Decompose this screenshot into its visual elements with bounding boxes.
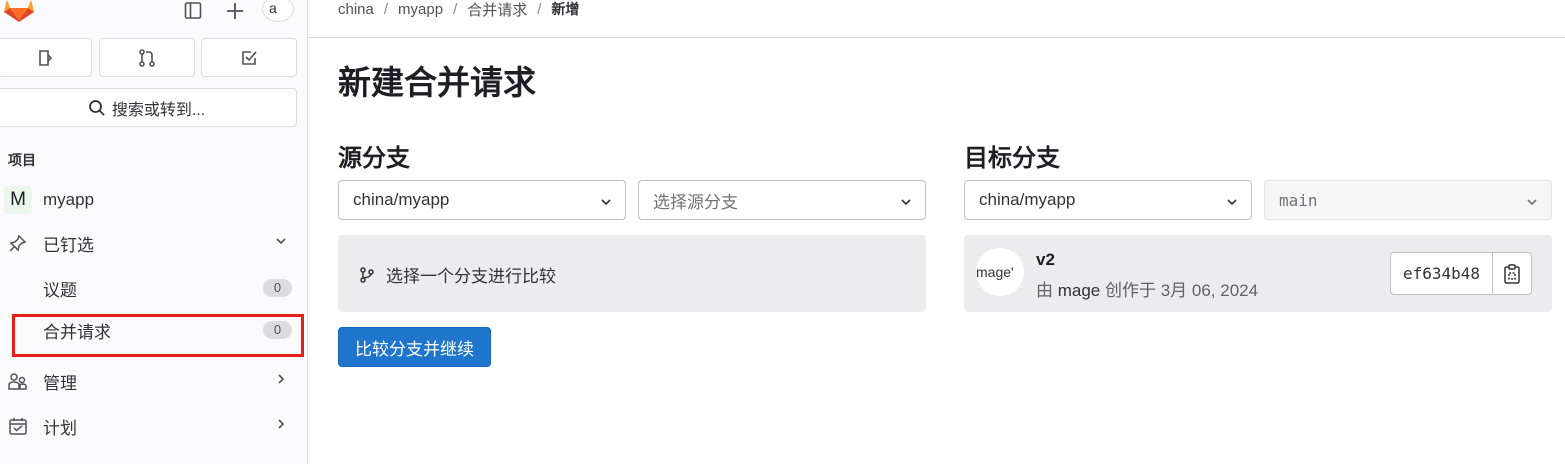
search-icon [88,99,105,116]
project-avatar: M [4,186,32,214]
commit-author-link[interactable]: mage [1058,281,1101,300]
todo-checkbox-icon [242,50,257,65]
commit-by-label: 由 [1036,281,1053,300]
toggle-sidebar-button[interactable] [180,0,206,22]
breadcrumb: china / myapp / 合并请求 / 新增 [338,0,579,19]
merge-requests-shortcut-button[interactable] [99,38,195,77]
chevron-down-icon [1525,194,1539,213]
target-branch-select[interactable]: main [1264,180,1552,220]
commit-author-avatar: mage' [976,248,1024,296]
page-title: 新建合并请求 [338,64,536,101]
main-content: china / myapp / 合并请求 / 新增 新建合并请求 源分支 chi… [308,0,1565,464]
source-branch-select[interactable]: 选择源分支 [638,180,926,220]
sidebar-item-label: 计划 [43,418,77,438]
sidebar-item-issues[interactable]: 议题 0 [0,268,300,308]
target-branch-heading: 目标分支 [964,145,1060,172]
header-divider [308,37,1565,38]
plus-icon [227,3,243,19]
chevron-right-icon [274,371,288,391]
sidebar-item-plan[interactable]: 计划 [0,406,300,446]
commit-title[interactable]: v2 [1036,250,1055,270]
chevron-down-icon [599,194,613,214]
sidebar-item-label: 已钉选 [43,235,94,255]
sidebar-item-label: 议题 [43,280,77,300]
users-icon [8,371,28,391]
sidebar-item-label: 管理 [43,373,77,393]
commit-sha[interactable]: ef634b48 [1391,253,1494,294]
compare-branches-button[interactable]: 比较分支并继续 [338,327,491,367]
compare-message: 选择一个分支进行比较 [358,262,556,287]
user-avatar[interactable]: a [262,0,294,22]
breadcrumb-separator: / [537,0,542,18]
compare-message-text: 选择一个分支进行比较 [386,267,556,286]
breadcrumb-current: 新增 [551,1,580,17]
sidebar-item-pinned[interactable]: 已钉选 [0,223,300,263]
sidebar-panel-icon [184,2,202,19]
source-compare-panel: 选择一个分支进行比较 [338,235,926,312]
chevron-down-icon [899,194,913,214]
breadcrumb-separator: / [383,0,389,18]
pin-icon [8,233,28,253]
target-project-select[interactable]: china/myapp [964,180,1252,220]
breadcrumb-link-merge-requests[interactable]: 合并请求 [467,0,527,20]
search-label: 搜索或转到... [111,101,206,119]
sidebar-item-manage[interactable]: 管理 [0,361,300,401]
select-value: main [1279,190,1318,210]
source-project-select[interactable]: china/myapp [338,180,626,220]
gitlab-logo-icon[interactable] [4,0,34,27]
create-new-button[interactable] [222,0,248,22]
issues-icon [39,49,53,66]
select-placeholder: 选择源分支 [653,192,738,212]
calendar-icon [8,416,28,436]
chevron-down-icon [274,233,288,253]
copy-sha-button[interactable] [1493,253,1531,294]
sidebar-item-label: myapp [43,190,95,209]
select-value: china/myapp [353,190,450,209]
avatar-alt-text: mage' [976,264,1014,280]
highlight-annotation-box [12,314,304,357]
commit-meta: 由 mage 创作于 3月 06, 2024 [1036,276,1258,301]
breadcrumb-link-project[interactable]: myapp [398,1,443,18]
branch-icon [360,266,374,283]
section-label-project: 项目 [8,152,36,168]
breadcrumb-separator: / [453,0,458,18]
count-badge: 0 [263,279,292,297]
chevron-right-icon [274,416,288,436]
breadcrumb-link-group[interactable]: china [338,1,374,18]
sidebar: a 搜索或转到... 项目 M myapp 已钉选 议题 0 合并请求 0 管理… [0,0,308,464]
search-button[interactable]: 搜索或转到... [0,88,297,127]
source-branch-heading: 源分支 [338,145,410,172]
todos-shortcut-button[interactable] [201,38,297,77]
select-value: china/myapp [979,190,1076,209]
chevron-down-icon [1225,194,1239,214]
commit-created: 创作于 3月 06, 2024 [1105,281,1259,300]
sidebar-item-project[interactable]: M myapp [0,180,300,220]
issues-shortcut-button[interactable] [0,38,92,77]
copy-clipboard-icon [1504,263,1520,284]
merge-request-icon [139,48,155,67]
target-commit-panel: mage' v2 由 mage 创作于 3月 06, 2024 ef634b48 [964,235,1552,312]
commit-sha-group: ef634b48 [1390,252,1533,295]
